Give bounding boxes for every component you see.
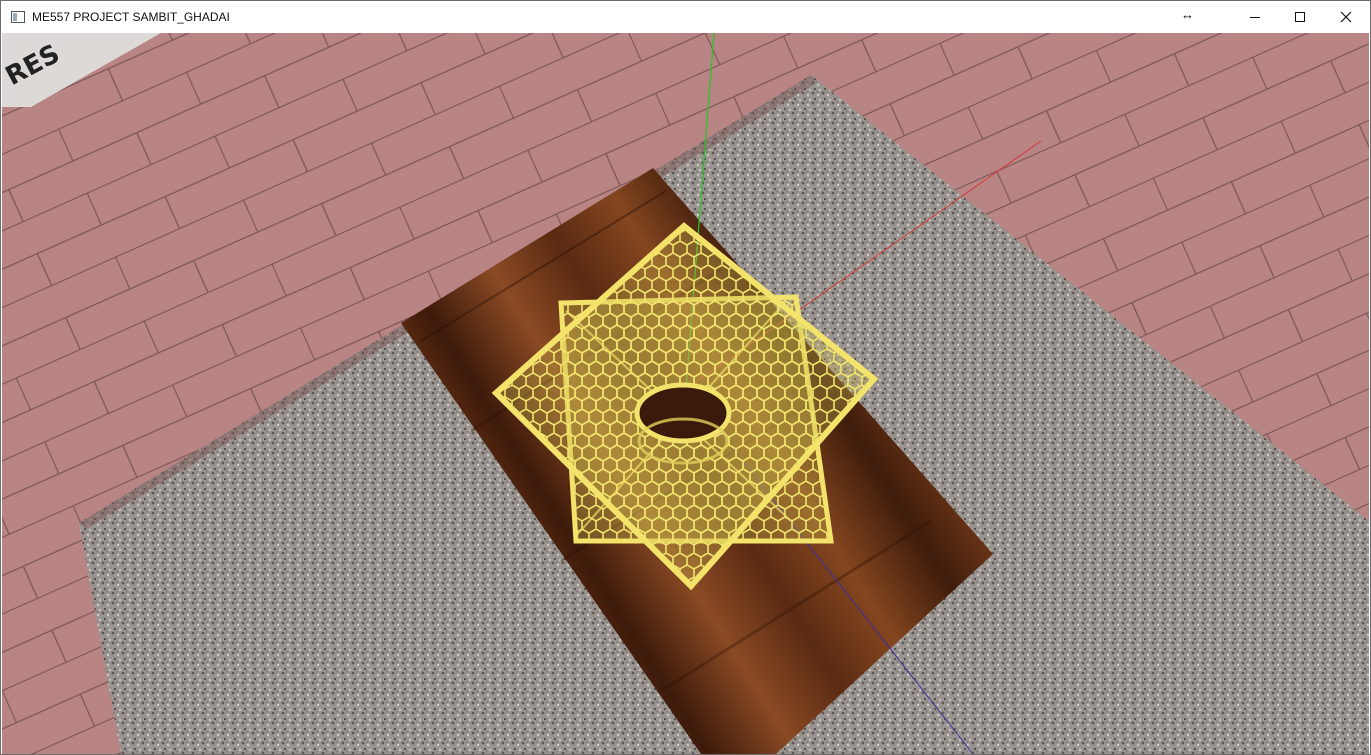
maximize-button[interactable]	[1277, 1, 1323, 33]
app-window: ME557 PROJECT SAMBIT_GHADAI ↔ RES	[0, 0, 1371, 755]
close-button[interactable]	[1323, 1, 1369, 33]
close-icon	[1340, 11, 1352, 23]
minimize-button[interactable]	[1232, 1, 1278, 33]
app-icon	[11, 11, 25, 23]
window-title: ME557 PROJECT SAMBIT_GHADAI	[32, 10, 230, 24]
minimize-icon	[1250, 17, 1260, 18]
center-hole	[634, 382, 732, 444]
title-bar[interactable]: ME557 PROJECT SAMBIT_GHADAI ↔	[1, 1, 1370, 33]
3d-viewport[interactable]: RES	[2, 33, 1369, 754]
resize-arrows-icon: ↔	[1181, 7, 1194, 22]
scene-canvas: RES	[2, 33, 1369, 754]
maximize-icon	[1295, 12, 1305, 22]
